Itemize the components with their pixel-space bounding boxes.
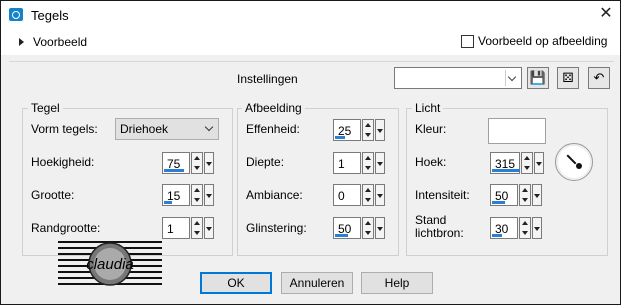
floppy-icon: 💾 [529,70,547,85]
light-position-input[interactable]: 30 [490,217,518,239]
divider [9,61,614,62]
watermark-logo: claudia [58,241,162,286]
shape-label: Vorm tegels: [31,122,98,136]
dial-needle [566,154,577,165]
color-swatch[interactable] [488,118,546,144]
preset-menu-button[interactable] [204,184,214,206]
size-fill [164,201,172,204]
shine-input[interactable]: 50 [333,217,361,239]
intensity-label: Intensiteit: [415,188,470,202]
preset-menu-button[interactable] [375,217,385,239]
shape-select[interactable]: Driehoek [115,118,219,140]
cancel-button[interactable]: Annuleren [281,272,353,294]
light-position-fill [492,234,503,237]
size-input[interactable]: 15 [162,184,190,206]
preset-menu-button[interactable] [534,152,544,174]
chevron-down-icon [204,122,214,132]
group-tegel-title: Tegel [28,101,63,115]
ambience-label: Ambiance: [246,188,303,202]
shine-label: Glinstering: [246,221,307,235]
settings-combo[interactable] [394,67,522,89]
smoothness-spinner[interactable]: 25 [333,119,385,141]
angle-input[interactable]: 315 [490,152,520,174]
group-afbeelding-title: Afbeelding [242,101,305,115]
camera-icon [9,8,23,21]
preset-menu-button[interactable] [204,217,214,239]
shape-value: Driehoek [120,122,169,136]
preview-on-image-label[interactable]: Voorbeeld op afbeelding [478,34,607,48]
settings-label: Instellingen [237,72,298,86]
color-label: Kleur: [415,122,447,136]
spin-buttons[interactable] [519,184,531,206]
title-bar: Tegels ✕ [1,1,620,29]
reset-button[interactable]: ↶ [588,67,610,89]
ok-button[interactable]: OK [200,272,272,294]
close-icon[interactable]: ✕ [597,5,615,23]
preset-menu-button[interactable] [532,217,542,239]
depth-label: Diepte: [246,155,285,169]
preset-menu-button[interactable] [375,184,385,206]
expand-arrow-icon[interactable] [19,38,24,46]
window-title: Tegels [31,8,69,23]
svg-text:claudia: claudia [86,256,134,273]
preview-bar: Voorbeeld Voorbeeld op afbeelding [1,29,620,55]
smoothness-input[interactable]: 25 [333,119,361,141]
angle-dial[interactable] [555,143,593,181]
light-position-spinner[interactable]: 30 [490,217,542,239]
border-size-input[interactable]: 1 [162,217,190,239]
size-spinner[interactable]: 15 [162,184,214,206]
depth-input[interactable]: 1 [333,152,361,174]
smoothness-label: Effenheid: [246,122,300,136]
chevron-down-icon[interactable] [505,70,519,86]
preset-menu-button[interactable] [204,152,214,174]
reset-icon: ↶ [593,70,605,85]
spin-buttons[interactable] [191,184,203,206]
angle-label: Hoek: [415,155,447,169]
group-licht-title: Licht [412,101,444,115]
depth-spinner[interactable]: 1 [333,152,385,174]
preview-toggle[interactable]: Voorbeeld [33,35,87,49]
spin-buttons[interactable] [362,119,374,141]
angularity-fill [164,169,184,172]
spin-buttons[interactable] [362,184,374,206]
ambience-input[interactable]: 0 [333,184,361,206]
light-position-label: Stand lichtbron: [415,213,464,240]
smoothness-fill [335,136,346,139]
spin-buttons[interactable] [362,152,374,174]
angle-spinner[interactable]: 315 [490,152,544,174]
border-size-spinner[interactable]: 1 [162,217,214,239]
spin-buttons[interactable] [519,217,531,239]
help-button[interactable]: Help [361,272,433,294]
angularity-spinner[interactable]: 75 [162,152,214,174]
spin-buttons[interactable] [191,217,203,239]
angularity-label: Hoekigheid: [31,155,95,169]
save-preset-button[interactable]: 💾 [527,67,549,89]
angularity-input[interactable]: 75 [162,152,190,174]
spin-buttons[interactable] [521,152,533,174]
random-button[interactable]: ⚄ [557,67,579,89]
dial-knob [576,163,582,169]
shine-fill [335,234,348,237]
dialog-window: Tegels ✕ Voorbeeld Voorbeeld op afbeeldi… [0,0,621,305]
preview-on-image-checkbox[interactable] [461,35,474,48]
preset-menu-button[interactable] [375,119,385,141]
angle-fill [492,169,520,172]
intensity-input[interactable]: 50 [490,184,518,206]
border-size-label: Randgrootte: [31,221,101,235]
shine-spinner[interactable]: 50 [333,217,385,239]
dice-icon: ⚄ [562,70,574,85]
preset-menu-button[interactable] [532,184,542,206]
size-label: Grootte: [31,188,75,202]
spin-buttons[interactable] [362,217,374,239]
spin-buttons[interactable] [191,152,203,174]
preset-menu-button[interactable] [375,152,385,174]
ambience-spinner[interactable]: 0 [333,184,385,206]
intensity-fill [492,201,505,204]
intensity-spinner[interactable]: 50 [490,184,542,206]
